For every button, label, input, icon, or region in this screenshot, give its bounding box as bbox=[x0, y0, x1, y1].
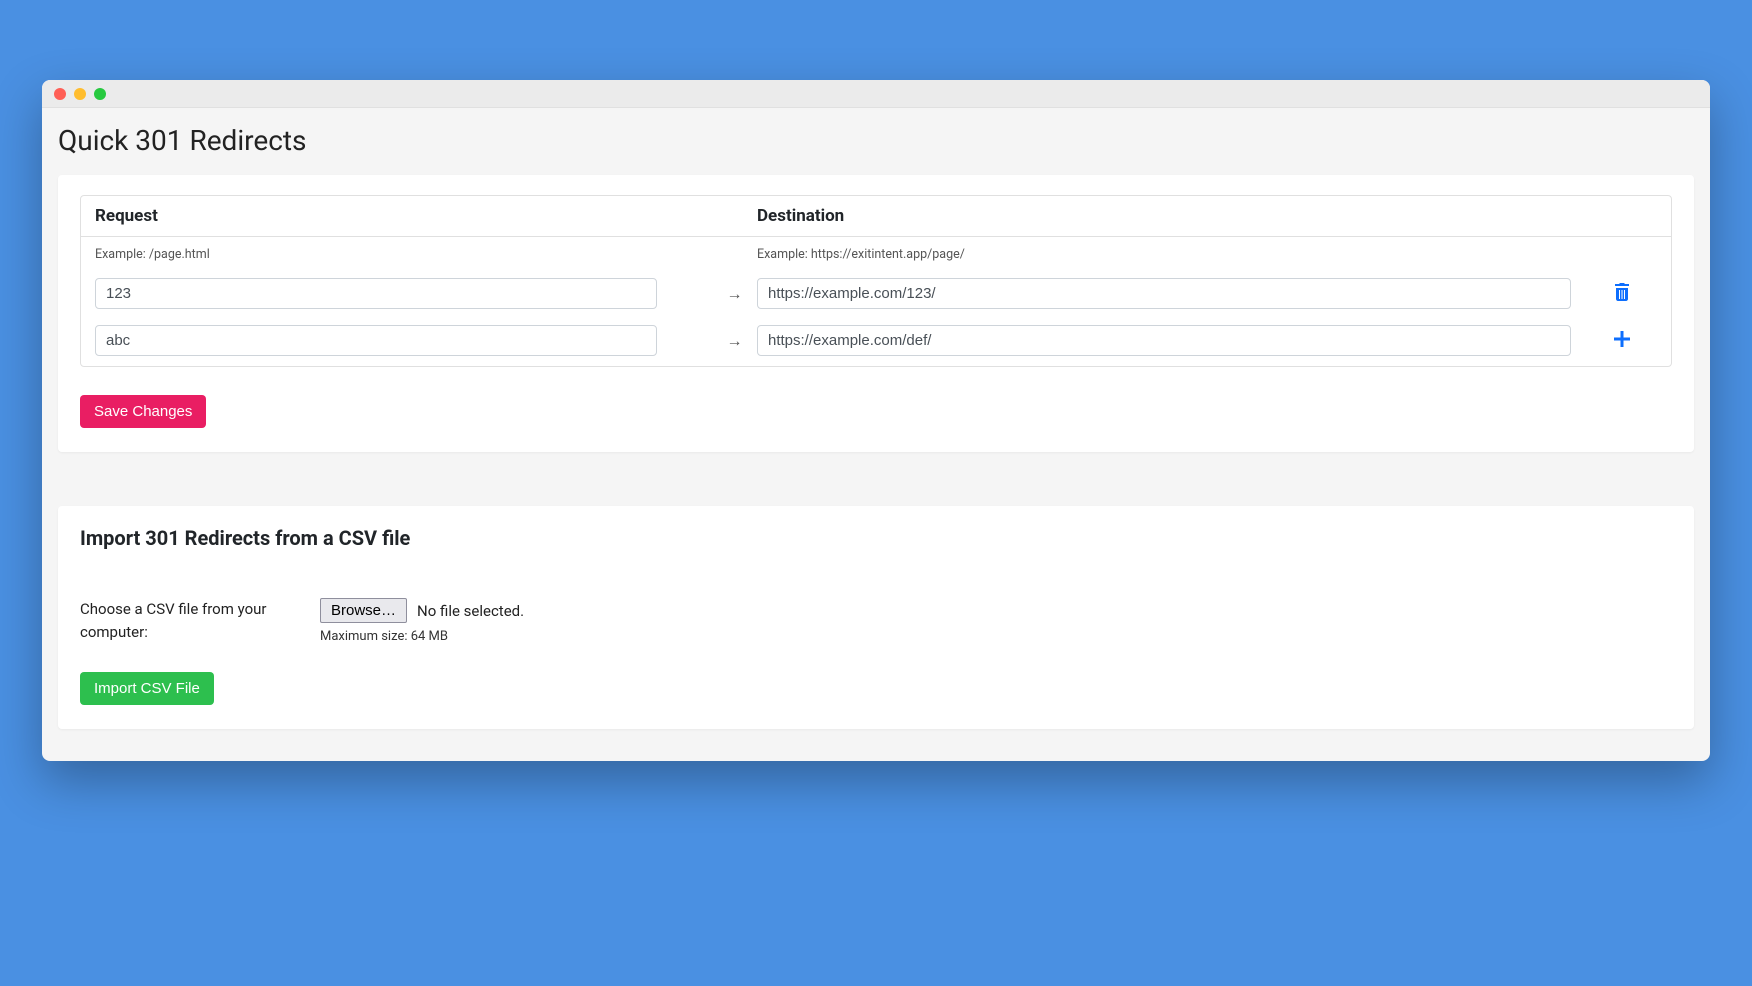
header-request: Request bbox=[95, 206, 712, 226]
delete-row-button[interactable] bbox=[1614, 283, 1630, 301]
header-action-spacer bbox=[1587, 206, 1657, 226]
file-row: Choose a CSV file from your computer: Br… bbox=[80, 598, 1672, 644]
destination-input[interactable] bbox=[757, 278, 1571, 309]
examples-row: Example: /page.html Example: https://exi… bbox=[81, 237, 1671, 272]
redirects-table: Request Destination Example: /page.html … bbox=[80, 195, 1672, 367]
table-header: Request Destination bbox=[81, 196, 1671, 237]
file-status-text: No file selected. bbox=[417, 602, 524, 620]
arrow-icon: → bbox=[712, 284, 757, 304]
destination-input[interactable] bbox=[757, 325, 1571, 356]
trash-icon bbox=[1614, 283, 1630, 301]
request-input[interactable] bbox=[95, 278, 657, 309]
import-title: Import 301 Redirects from a CSV file bbox=[80, 526, 1672, 550]
example-destination: Example: https://exitintent.app/page/ bbox=[757, 247, 1587, 262]
window-content: Quick 301 Redirects Request Destination … bbox=[42, 108, 1710, 761]
window-maximize-icon[interactable] bbox=[94, 88, 106, 100]
page-title: Quick 301 Redirects bbox=[58, 124, 1694, 157]
save-button[interactable]: Save Changes bbox=[80, 395, 206, 428]
arrow-icon: → bbox=[712, 331, 757, 351]
plus-icon bbox=[1614, 331, 1630, 347]
request-input[interactable] bbox=[95, 325, 657, 356]
app-window: Quick 301 Redirects Request Destination … bbox=[42, 80, 1710, 761]
import-panel: Import 301 Redirects from a CSV file Cho… bbox=[58, 506, 1694, 729]
header-destination: Destination bbox=[757, 206, 1587, 226]
redirect-row: → bbox=[81, 272, 1671, 319]
redirect-row: → bbox=[81, 319, 1671, 366]
window-minimize-icon[interactable] bbox=[74, 88, 86, 100]
file-control: Browse… No file selected. Maximum size: … bbox=[320, 598, 1672, 644]
max-size-text: Maximum size: 64 MB bbox=[320, 629, 1672, 644]
file-label: Choose a CSV file from your computer: bbox=[80, 598, 320, 644]
import-button[interactable]: Import CSV File bbox=[80, 672, 214, 705]
add-row-button[interactable] bbox=[1614, 331, 1630, 347]
window-close-icon[interactable] bbox=[54, 88, 66, 100]
browse-button[interactable]: Browse… bbox=[320, 598, 407, 623]
redirects-panel: Request Destination Example: /page.html … bbox=[58, 175, 1694, 452]
window-titlebar bbox=[42, 80, 1710, 108]
header-arrow-spacer bbox=[712, 206, 757, 226]
example-request: Example: /page.html bbox=[95, 247, 712, 262]
